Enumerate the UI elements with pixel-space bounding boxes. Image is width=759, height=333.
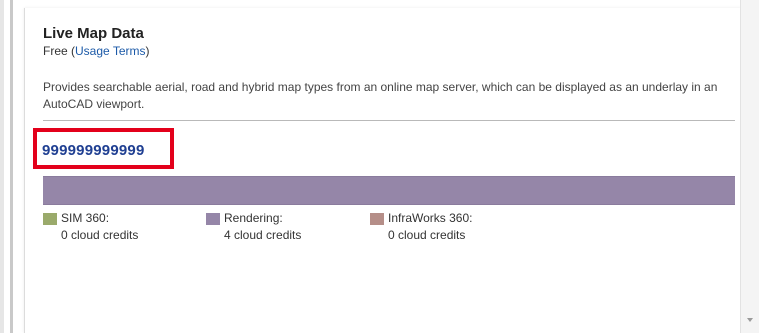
legend-value: 0 cloud credits bbox=[388, 228, 466, 242]
rendering-swatch bbox=[206, 213, 220, 225]
product-title: Live Map Data bbox=[43, 25, 144, 42]
credits-total: 999999999999 bbox=[42, 142, 145, 159]
legend-label: InfraWorks 360: bbox=[388, 211, 473, 225]
divider bbox=[43, 120, 735, 121]
legend-label: Rendering: bbox=[224, 211, 283, 225]
usage-terms-link[interactable]: Usage Terms bbox=[75, 44, 145, 58]
legend-label: SIM 360: bbox=[61, 211, 110, 225]
scroll-down-arrow-icon[interactable] bbox=[747, 318, 753, 322]
legend-value: 4 cloud credits bbox=[224, 228, 302, 242]
product-description: Provides searchable aerial, road and hyb… bbox=[43, 80, 718, 111]
price-line: Free (Usage Terms) bbox=[43, 44, 150, 58]
left-frame-border bbox=[10, 0, 13, 333]
left-frame-edge bbox=[0, 0, 4, 333]
infraworks-swatch bbox=[370, 213, 384, 225]
sim360-swatch bbox=[43, 213, 57, 225]
usage-bar bbox=[43, 176, 735, 205]
price-suffix: ) bbox=[145, 44, 150, 58]
legend-value: 0 cloud credits bbox=[61, 228, 139, 242]
scrollbar[interactable] bbox=[740, 0, 759, 333]
price-prefix: Free ( bbox=[43, 44, 76, 58]
product-card: Live Map Data Free (Usage Terms) Provide… bbox=[24, 8, 741, 333]
